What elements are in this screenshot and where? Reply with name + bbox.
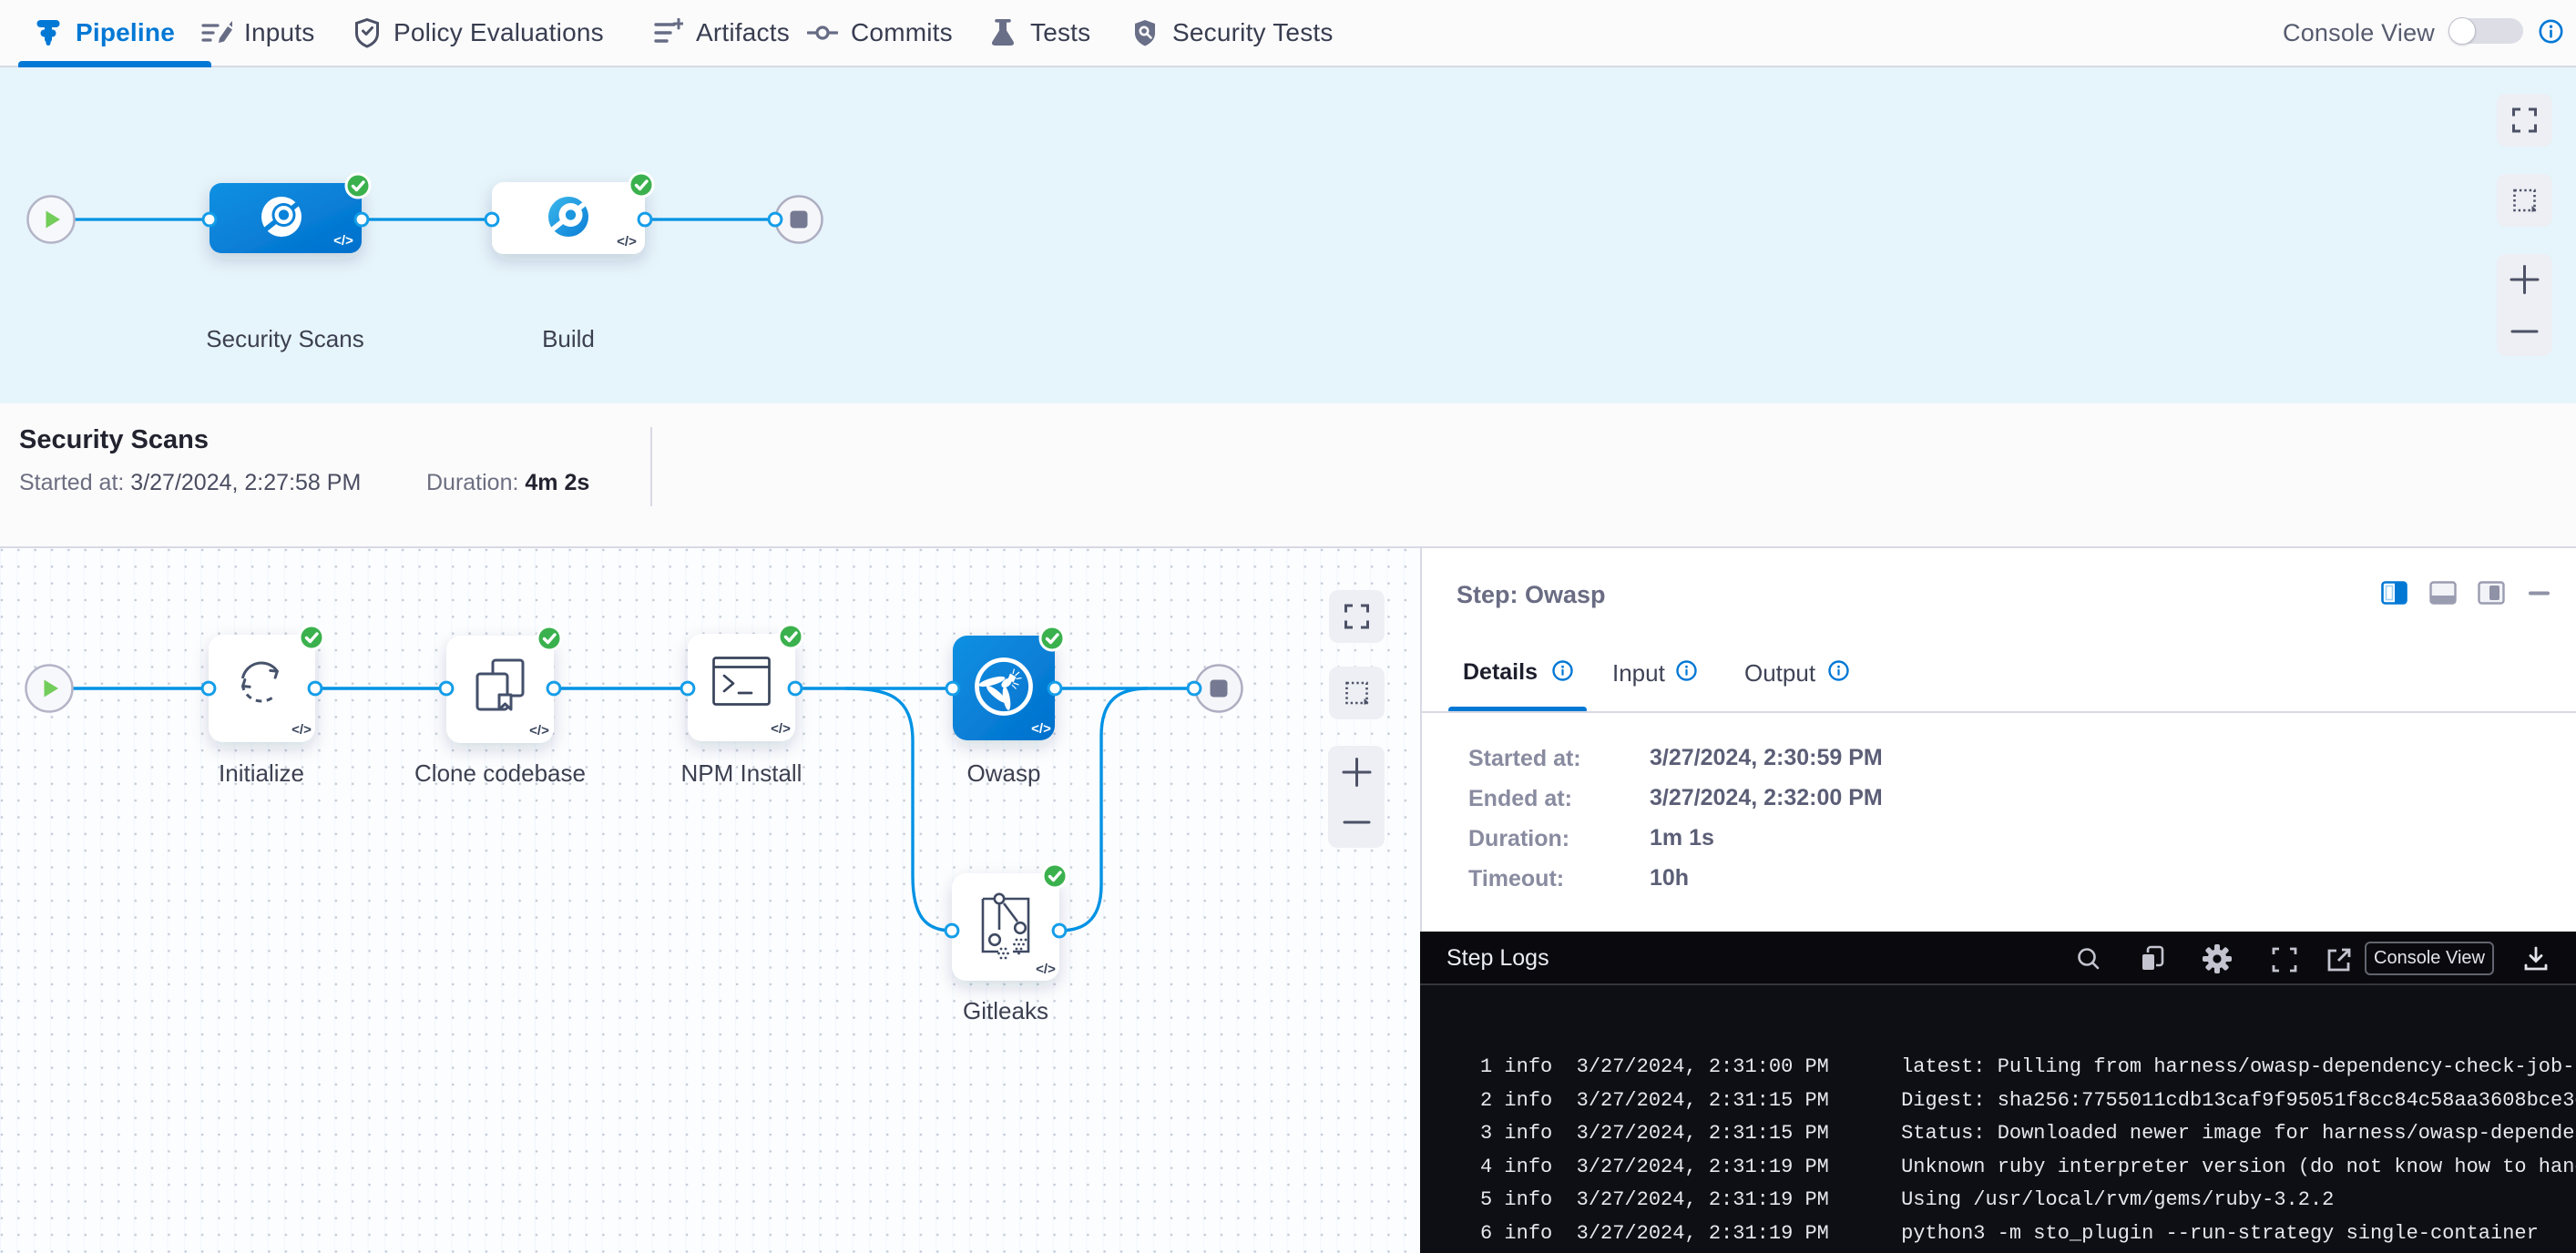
- svg-text:</>: </>: [1036, 962, 1056, 977]
- svg-text:Clone codebase: Clone codebase: [414, 759, 586, 787]
- svg-text:Security Scans: Security Scans: [206, 325, 363, 352]
- svg-text:NPM Install: NPM Install: [681, 759, 802, 787]
- svg-text:</>: </>: [1031, 721, 1051, 737]
- svg-text:</>: </>: [529, 723, 549, 739]
- svg-text:</>: </>: [291, 722, 312, 738]
- svg-text:Gitleaks: Gitleaks: [963, 997, 1048, 1024]
- svg-text:Build: Build: [542, 325, 595, 352]
- svg-text:</>: </>: [333, 233, 353, 249]
- svg-text:</>: </>: [617, 234, 637, 250]
- svg-text:Owasp: Owasp: [967, 759, 1041, 787]
- svg-text:</>: </>: [771, 721, 791, 737]
- svg-text:Initialize: Initialize: [219, 759, 304, 787]
